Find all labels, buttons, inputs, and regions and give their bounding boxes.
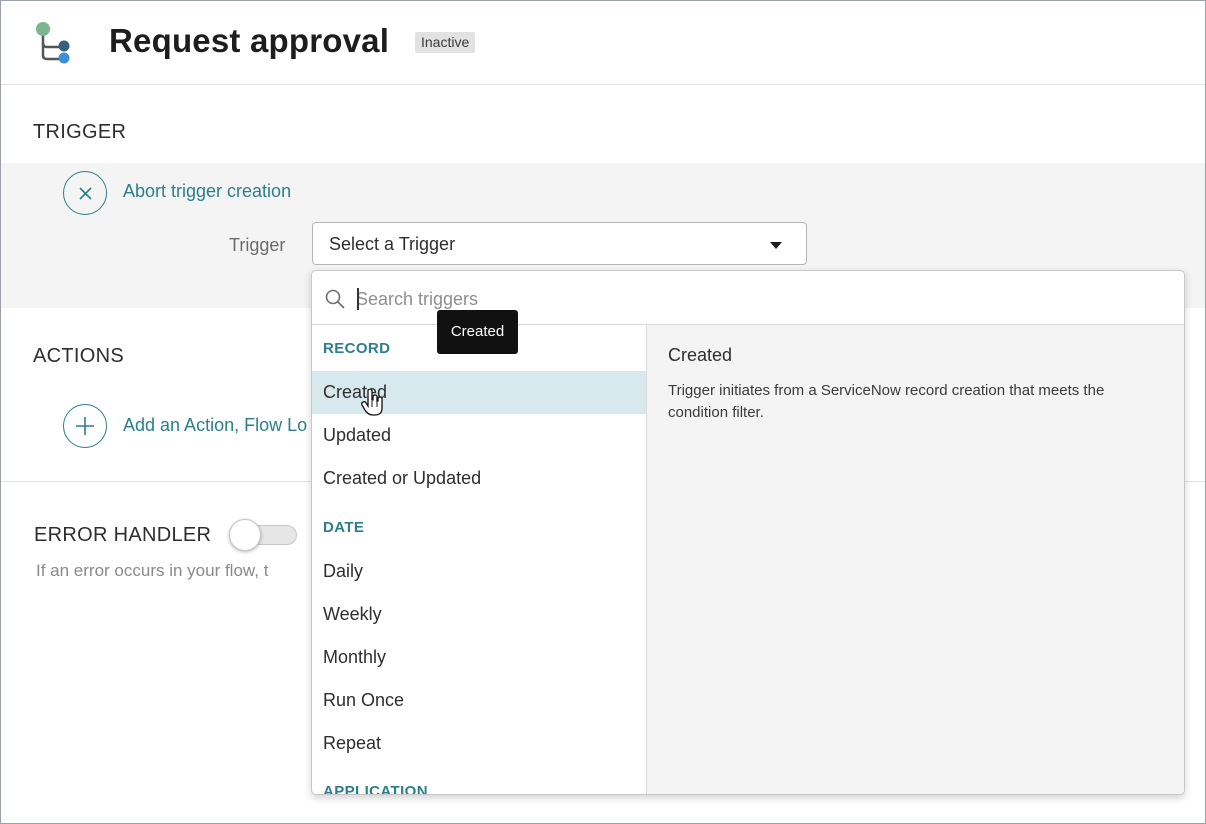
caret-down-icon — [770, 242, 782, 249]
status-badge: Inactive — [415, 32, 476, 53]
option-weekly[interactable]: Weekly — [312, 593, 646, 636]
page-title: Request approval — [109, 22, 390, 59]
trigger-field-label: Trigger — [229, 235, 286, 255]
search-icon — [325, 289, 345, 309]
option-updated[interactable]: Updated — [312, 414, 646, 457]
plus-icon — [76, 417, 94, 435]
close-icon — [79, 187, 92, 200]
option-monthly[interactable]: Monthly — [312, 636, 646, 679]
trigger-select[interactable]: Select a Trigger — [312, 222, 807, 265]
text-caret — [357, 288, 359, 310]
error-handler-description: If an error occurs in your flow, t — [36, 561, 269, 580]
flow-designer-window: Request approval Inactive TRIGGER Abort … — [0, 0, 1206, 824]
hand-pointer-icon — [361, 389, 383, 416]
tooltip: Created — [437, 310, 518, 354]
trigger-select-value: Select a Trigger — [329, 234, 456, 254]
category-application: APPLICATION — [323, 783, 428, 795]
trigger-detail-pane: Created Trigger initiates from a Service… — [647, 325, 1184, 794]
detail-title: Created — [668, 345, 733, 365]
category-date: DATE — [323, 519, 365, 536]
abort-trigger-button[interactable] — [63, 171, 107, 215]
trigger-section-label: TRIGGER — [33, 121, 127, 143]
actions-section-label: ACTIONS — [33, 345, 124, 367]
add-action-link[interactable]: Add an Action, Flow Lo — [123, 415, 307, 436]
add-action-button[interactable] — [63, 404, 107, 448]
error-handler-label: ERROR HANDLER — [34, 524, 212, 546]
detail-description: Trigger initiates from a ServiceNow reco… — [668, 382, 1105, 421]
abort-trigger-link[interactable]: Abort trigger creation — [123, 181, 291, 202]
toggle-knob — [229, 519, 261, 551]
option-repeat[interactable]: Repeat — [312, 722, 646, 765]
error-handler-toggle[interactable] — [229, 519, 299, 551]
category-record: RECORD — [323, 340, 391, 357]
option-daily[interactable]: Daily — [312, 550, 646, 593]
page-header: Request approval Inactive — [1, 1, 1205, 85]
option-created-or-updated[interactable]: Created or Updated — [312, 457, 646, 500]
option-run-once[interactable]: Run Once — [312, 679, 646, 722]
flow-branch-icon — [36, 22, 70, 64]
